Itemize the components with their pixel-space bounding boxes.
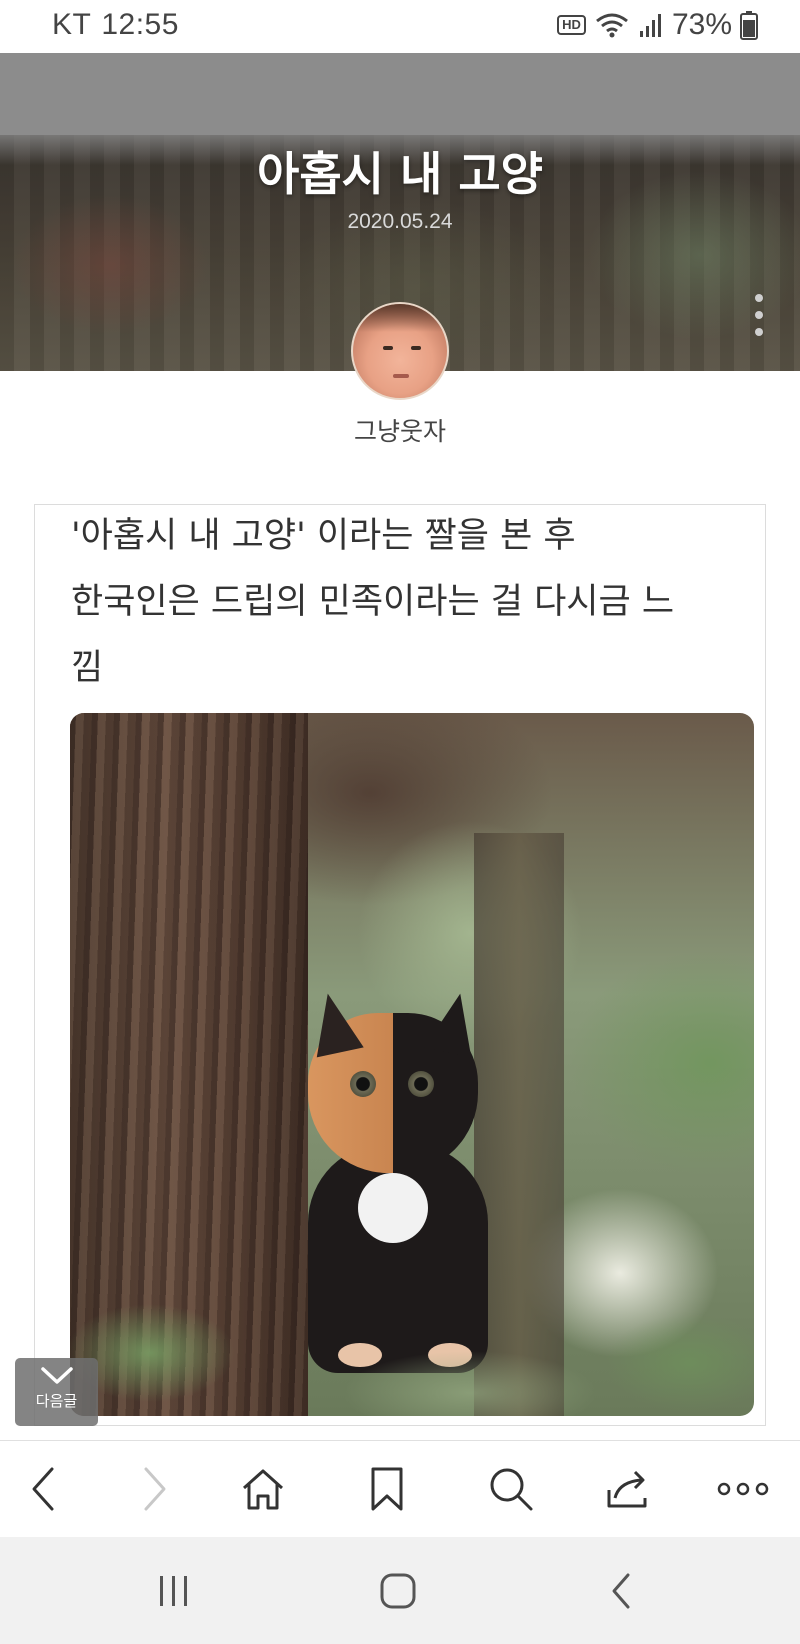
back-icon <box>32 1467 54 1511</box>
back-icon <box>612 1573 630 1609</box>
next-post-button[interactable]: 다음글 <box>15 1358 98 1426</box>
post-title: 아홉시 내 고양 <box>257 147 543 201</box>
battery-icon <box>740 11 758 40</box>
more-button[interactable] <box>713 1459 773 1519</box>
status-right: HD 73% <box>557 8 758 42</box>
status-left: KT 12:55 <box>52 8 179 42</box>
post-body-line: 한국인은 드립의 민족이라는 걸 다시금 느 <box>71 582 675 622</box>
status-bar: KT 12:55 HD 73% <box>0 0 800 53</box>
wifi-icon <box>596 13 628 38</box>
system-home-button[interactable] <box>368 1561 428 1621</box>
share-button[interactable] <box>599 1459 659 1519</box>
browser-toolbar <box>0 1440 800 1537</box>
home-icon <box>242 1469 284 1510</box>
post-body-text: '아홉시 내 고양' 이라는 짤을 본 후 한국인은 드립의 민족이라는 걸 다… <box>71 505 741 701</box>
more-icon <box>717 1482 769 1496</box>
home-icon <box>380 1573 416 1609</box>
cat-photo[interactable] <box>70 713 754 1416</box>
home-button[interactable] <box>233 1459 293 1519</box>
forward-icon <box>144 1467 166 1511</box>
system-back-button[interactable] <box>592 1561 652 1621</box>
system-nav-bar <box>0 1537 800 1644</box>
signal-icon <box>639 14 661 37</box>
more-vert-icon[interactable] <box>752 294 766 336</box>
next-post-label: 다음글 <box>35 1392 78 1410</box>
recent-apps-icon <box>160 1576 187 1606</box>
forward-button[interactable] <box>124 1459 184 1519</box>
post-date: 2020.05.24 <box>347 210 453 233</box>
post-body-line: 낌 <box>71 648 104 688</box>
bookmark-button[interactable] <box>357 1459 417 1519</box>
author-name[interactable]: 그냥웃자 <box>0 412 800 448</box>
bookmark-icon <box>371 1467 403 1511</box>
search-button[interactable] <box>481 1459 541 1519</box>
clock: 12:55 <box>101 8 179 41</box>
avatar[interactable] <box>351 302 449 400</box>
search-icon <box>490 1468 533 1511</box>
post-body-line: '아홉시 내 고양' 이라는 짤을 본 후 <box>71 516 576 556</box>
chevron-down-icon <box>40 1367 73 1384</box>
hd-voice-icon: HD <box>557 15 586 35</box>
carrier-label: KT <box>52 8 92 41</box>
recent-apps-button[interactable] <box>144 1561 204 1621</box>
share-icon <box>607 1470 647 1508</box>
back-button[interactable] <box>14 1459 74 1519</box>
battery-percent: 73% <box>671 8 732 41</box>
